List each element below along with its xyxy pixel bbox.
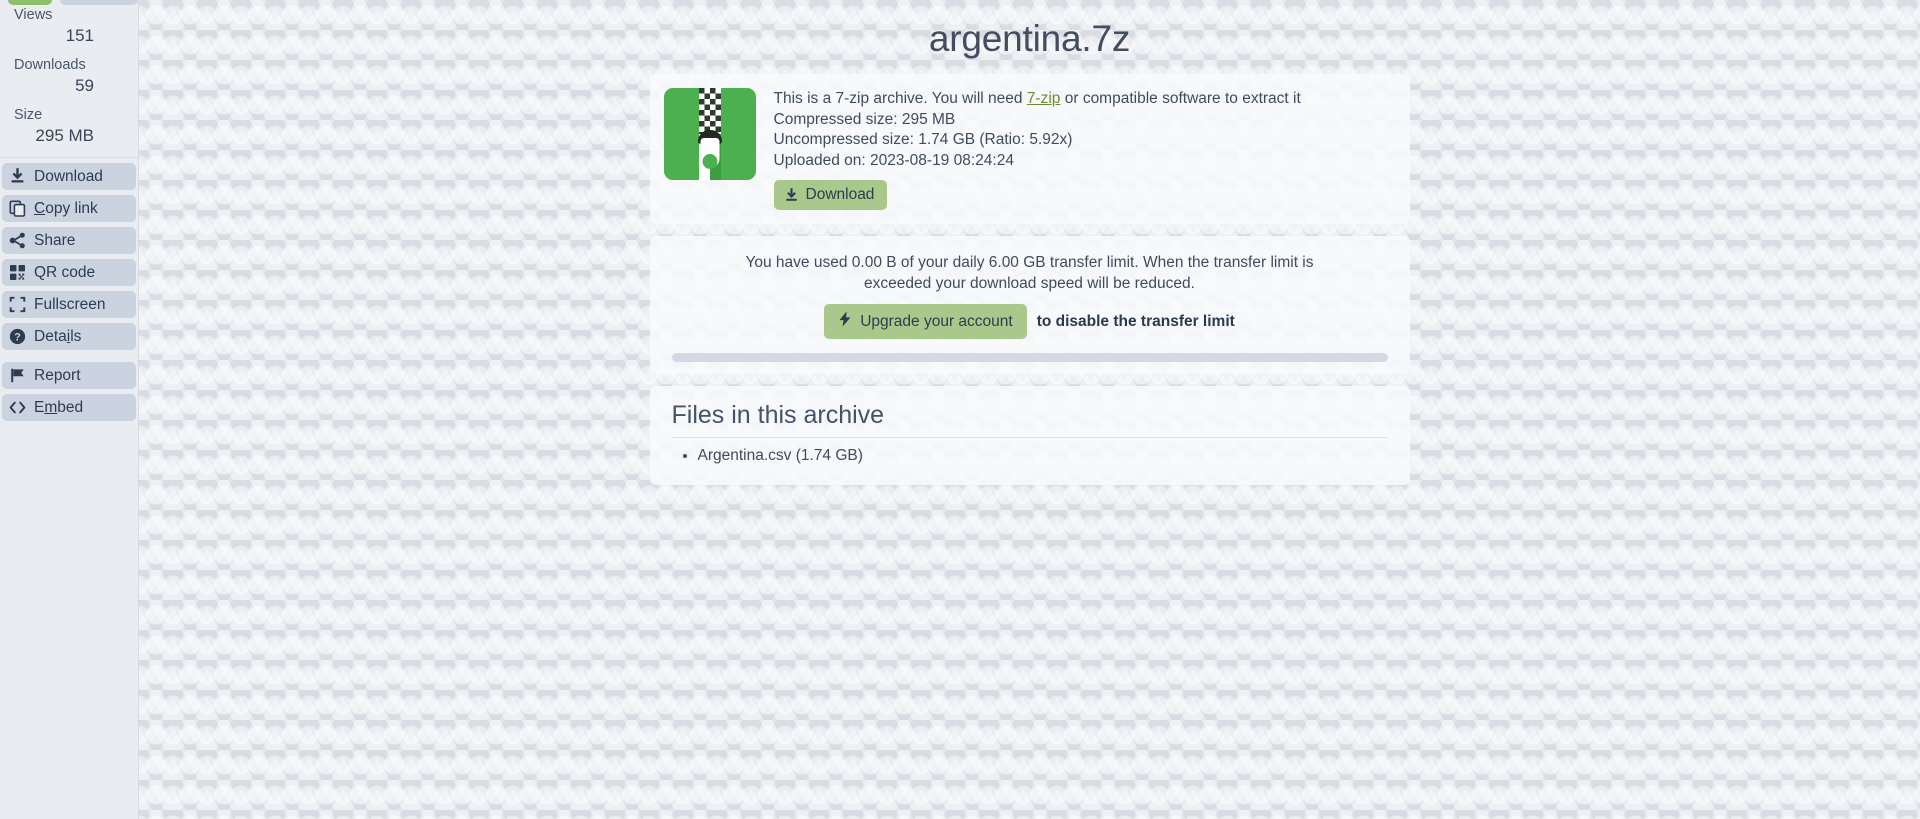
zip-archive-icon — [663, 88, 756, 180]
archive-info-text: This is a 7-zip archive. You will need 7… — [773, 88, 1394, 210]
upgrade-account-button[interactable]: Upgrade your account — [824, 304, 1027, 339]
sidebar-item-details[interactable]: ? Details — [2, 323, 136, 350]
upgrade-account-label: Upgrade your account — [860, 312, 1013, 330]
transfer-limit-panel: You have used 0.00 B of your daily 6.00 … — [649, 236, 1410, 374]
sidebar-item-copy-link[interactable]: Copy link — [2, 195, 136, 222]
sidebar-item-label-report: Report — [34, 366, 81, 384]
files-panel: Files in this archive Argentina.csv (1.7… — [649, 386, 1410, 485]
sidebar-item-qr-code[interactable]: QR code — [2, 259, 136, 286]
transfer-limit-message: You have used 0.00 B of your daily 6.00 … — [745, 254, 1314, 292]
page-root: Views 151 Downloads 59 Size 295 MB Downl… — [0, 0, 1920, 819]
uncompressed-size: Uncompressed size: 1.74 GB (Ratio: 5.92x… — [773, 131, 1073, 148]
page-title: argentina.7z — [928, 18, 1131, 59]
sidebar-item-label-qr-code: QR code — [34, 263, 96, 281]
seven-zip-link[interactable]: 7-zip — [1027, 90, 1061, 107]
main-content: argentina.7z This is a 7-zip archive. Yo… — [139, 0, 1920, 819]
fullscreen-icon — [9, 296, 26, 313]
download-button[interactable]: Download — [773, 180, 888, 210]
scrolled-offscreen-button[interactable] — [60, 0, 138, 5]
help-circle-icon: ? — [9, 328, 26, 345]
archive-description-after: or compatible software to extract it — [1060, 90, 1301, 107]
sidebar-item-download[interactable]: Download — [2, 163, 136, 190]
files-list: Argentina.csv (1.74 GB) — [672, 445, 1388, 467]
stat-views: Views 151 — [14, 6, 122, 47]
transfer-limit-actions: Upgrade your account to disable the tran… — [672, 304, 1388, 339]
copy-icon — [9, 200, 26, 217]
share-icon — [9, 232, 26, 249]
sidebar-stats: Views 151 Downloads 59 Size 295 MB — [0, 0, 138, 157]
download-icon — [9, 168, 26, 185]
list-item: Argentina.csv (1.74 GB) — [698, 445, 1388, 467]
sidebar-item-label-details: Details — [34, 327, 82, 345]
download-icon — [784, 187, 799, 203]
sidebar: Views 151 Downloads 59 Size 295 MB Downl… — [0, 0, 139, 819]
zip-teeth — [698, 88, 721, 134]
sidebar-actions: Download Copy link Share QR code Fullscr… — [0, 157, 138, 421]
scrolled-offscreen-green-button[interactable] — [8, 0, 52, 5]
svg-text:?: ? — [14, 332, 21, 344]
sidebar-item-share[interactable]: Share — [2, 227, 136, 254]
stat-label-downloads: Downloads — [14, 57, 86, 73]
download-button-label: Download — [805, 186, 875, 203]
stat-label-size: Size — [14, 107, 43, 123]
stat-downloads: Downloads 59 — [14, 56, 122, 97]
archive-description-before: This is a 7-zip archive. You will need — [773, 90, 1027, 107]
sidebar-item-label-share: Share — [34, 231, 76, 249]
qr-code-icon — [9, 264, 26, 281]
files-heading: Files in this archive — [671, 401, 1388, 438]
sidebar-item-label-embed: Embed — [34, 398, 84, 416]
sidebar-item-fullscreen[interactable]: Fullscreen — [2, 291, 136, 318]
transfer-usage-progressbar — [671, 353, 1388, 362]
stat-size: Size 295 MB — [14, 106, 122, 147]
sidebar-item-label-download: Download — [34, 167, 103, 185]
sidebar-item-label-copy-link: Copy link — [34, 199, 98, 217]
archive-description: This is a 7-zip archive. You will need 7… — [774, 89, 1394, 110]
compressed-size: Compressed size: 295 MB — [773, 110, 956, 128]
sidebar-item-embed[interactable]: Embed — [2, 394, 136, 421]
stat-value-size: 295 MB — [35, 126, 94, 145]
flag-icon — [9, 367, 26, 384]
sidebar-item-report[interactable]: Report — [2, 362, 136, 389]
zip-pull-hole — [702, 154, 717, 169]
uploaded-on: Uploaded on: 2023-08-19 08:24:24 — [773, 151, 1014, 169]
code-brackets-icon — [9, 399, 26, 416]
upgrade-suffix-text: to disable the transfer limit — [1036, 312, 1235, 330]
stat-value-views: 151 — [65, 26, 94, 45]
stat-label-views: Views — [14, 7, 53, 23]
archive-info-card: This is a 7-zip archive. You will need 7… — [649, 74, 1410, 224]
stat-value-downloads: 59 — [75, 76, 94, 95]
content-column: argentina.7z This is a 7-zip archive. Yo… — [649, 0, 1410, 485]
sidebar-item-label-fullscreen: Fullscreen — [34, 295, 106, 313]
lightning-bolt-icon — [838, 311, 852, 332]
